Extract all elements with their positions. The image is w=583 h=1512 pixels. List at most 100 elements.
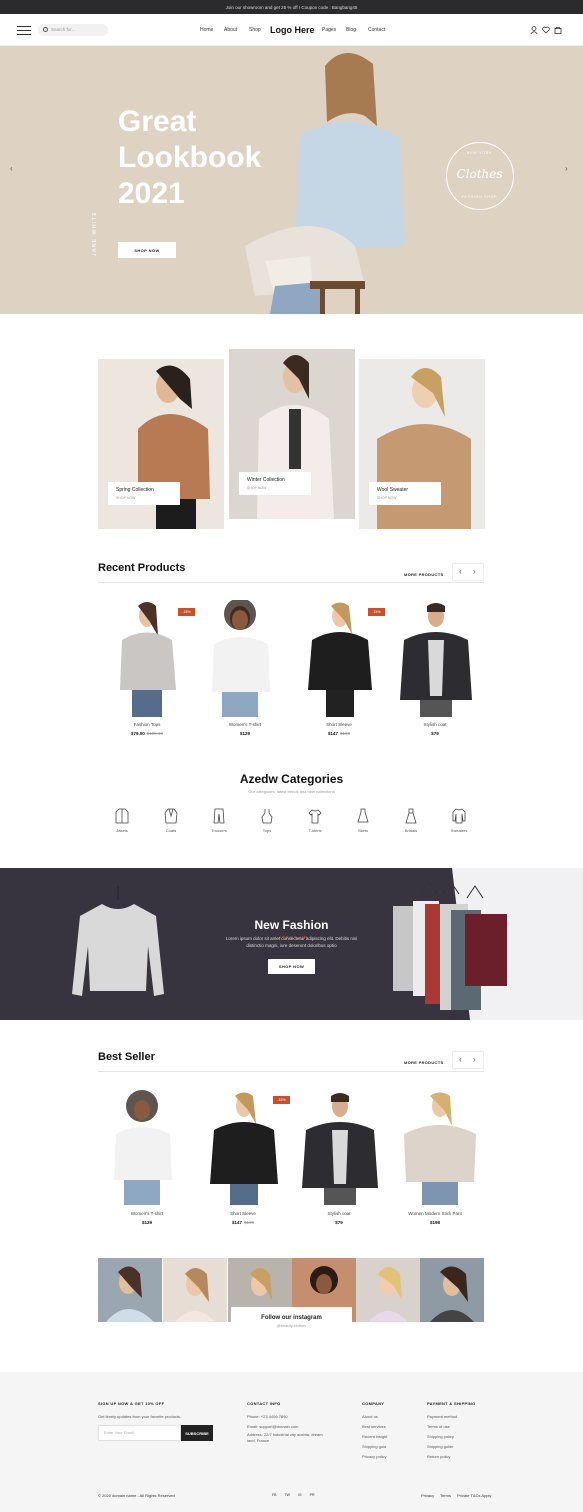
footer-link[interactable]: About us <box>362 1412 378 1422</box>
next-arrow-icon[interactable]: › <box>473 567 476 576</box>
footer-link[interactable]: Recent insight <box>362 1432 387 1442</box>
prev-arrow-icon[interactable]: ‹ <box>459 1055 462 1064</box>
nav-pages[interactable]: Pages <box>322 27 336 33</box>
site-logo[interactable]: Logo Here <box>270 25 315 35</box>
collection-link[interactable]: SHOP NOW <box>377 496 433 500</box>
product-name[interactable]: Fashion Tops <box>98 722 196 727</box>
footer-link[interactable]: Return policy <box>427 1452 450 1462</box>
recent-products-title: Recent Products <box>98 562 186 574</box>
hero-prev-arrow-icon[interactable]: ‹ <box>10 164 13 173</box>
product-card[interactable]: -15% <box>302 600 385 717</box>
instagram-icon[interactable]: IG <box>298 1493 302 1497</box>
twitter-icon[interactable]: TW <box>284 1493 289 1497</box>
recent-more-products-link[interactable]: MORE PRODUCTS <box>404 572 443 577</box>
nav-home[interactable]: Home <box>200 27 213 33</box>
nav-blog[interactable]: Blog <box>346 27 356 33</box>
footer-link[interactable]: Shipping guid <box>362 1442 386 1452</box>
footer-link[interactable]: Shipping policy <box>427 1432 454 1442</box>
search-icon <box>43 27 48 32</box>
discount-badge: -15% <box>273 1096 290 1104</box>
footer-link[interactable]: Privacy policy <box>362 1452 386 1462</box>
categories-subtitle: Our categories, latest trends and new co… <box>248 789 335 794</box>
price-current: $147 <box>231 1220 242 1225</box>
product-card[interactable] <box>400 1090 480 1205</box>
product-card[interactable] <box>396 600 476 717</box>
product-image <box>210 1092 278 1205</box>
copyright: © 2020 domain name - All Rights Reserved <box>98 1493 175 1498</box>
product-price: $79 <box>386 731 484 736</box>
collection-card-wool[interactable]: Wool Sweater SHOP NOW <box>359 359 485 529</box>
hero-side-text: JANE WHITE <box>92 210 98 256</box>
next-arrow-icon[interactable]: › <box>473 1055 476 1064</box>
product-name[interactable]: Short Sleeve <box>290 722 388 727</box>
coat-icon <box>164 808 178 824</box>
subscribe-button[interactable]: SUBSCRIBE <box>181 1425 213 1441</box>
price-current: $129 <box>141 1220 152 1225</box>
instagram-photo[interactable] <box>98 1258 162 1322</box>
instagram-photo[interactable] <box>356 1258 420 1322</box>
product-price: $147 $190 <box>194 1220 292 1225</box>
contact-email[interactable]: Email: support@domain.com <box>247 1422 298 1432</box>
signup-text: Get timely updates from your favorite pr… <box>98 1414 182 1419</box>
product-name[interactable]: Women's T-shirt <box>196 722 294 727</box>
contact-phone: Phone: +23 4406 7890 <box>247 1414 288 1419</box>
terms-link[interactable]: Terms <box>440 1493 451 1498</box>
menu-icon[interactable] <box>17 26 31 35</box>
footer-link[interactable]: Best services <box>362 1422 386 1432</box>
price-current: $198 <box>429 1220 440 1225</box>
product-card[interactable] <box>196 598 284 717</box>
product-name[interactable]: Short Sleeve <box>194 1211 292 1216</box>
recent-carousel-arrows: ‹ › <box>452 563 484 581</box>
heart-icon[interactable] <box>542 26 550 34</box>
instagram-photo[interactable] <box>163 1258 227 1322</box>
footer-link[interactable]: Terms of use <box>427 1422 450 1432</box>
search-placeholder: Search for... <box>51 27 76 32</box>
private-terms-link[interactable]: Private T&Cs Apply <box>457 1493 491 1498</box>
nav-contact[interactable]: Contact <box>368 27 385 33</box>
product-name[interactable]: Stylish coat <box>386 722 484 727</box>
category-label: Tops <box>262 828 272 833</box>
hero-next-arrow-icon[interactable]: › <box>565 164 568 173</box>
pinterest-icon[interactable]: PR <box>310 1493 315 1497</box>
best-seller-more-products-link[interactable]: MORE PRODUCTS <box>404 1060 443 1065</box>
footer-link[interactable]: Payment method <box>427 1412 457 1422</box>
hero-shop-now-button[interactable]: SHOP NOW <box>118 242 176 258</box>
search-input[interactable]: Search for... <box>38 24 108 36</box>
product-name[interactable]: Stylish coat <box>290 1211 388 1216</box>
nav-shop[interactable]: Shop <box>249 27 261 33</box>
product-card[interactable] <box>100 1090 186 1205</box>
best-seller-carousel-arrows: ‹ › <box>452 1051 484 1069</box>
product-card[interactable]: -15% <box>206 1090 290 1205</box>
product-card[interactable]: -15% <box>110 600 195 717</box>
facebook-icon[interactable]: FB <box>272 1493 276 1497</box>
collection-card-spring[interactable]: Spring Collection SHOP NOW <box>98 359 224 529</box>
product-card[interactable] <box>300 1090 380 1205</box>
divider <box>98 582 484 583</box>
instagram-photo[interactable] <box>420 1258 484 1322</box>
prev-arrow-icon[interactable]: ‹ <box>459 567 462 576</box>
privacy-link[interactable]: Privacy <box>421 1493 434 1498</box>
collection-link[interactable]: SHOP NOW <box>116 496 172 500</box>
collection-link[interactable]: SHOP NOW <box>247 486 303 490</box>
newsletter-email-input[interactable]: Enter Your Email <box>98 1425 181 1441</box>
site-footer: SIGN UP NOW & GET 10% OFF Get timely upd… <box>0 1372 583 1512</box>
hero-title-line2: Lookbook <box>118 141 262 174</box>
product-name[interactable]: Women's T-shirt <box>98 1211 196 1216</box>
collection-card-winter[interactable]: Winter Collection SHOP NOW <box>229 349 355 519</box>
nav-about[interactable]: About <box>224 27 237 33</box>
product-name[interactable]: Women Modern Stick Pant <box>386 1211 484 1216</box>
cart-icon[interactable] <box>554 26 562 34</box>
social-links: FB TW IG PR <box>272 1493 315 1497</box>
hero-badge-bottom: FASHION SHOP <box>461 195 498 199</box>
jacket-icon <box>115 808 129 824</box>
banner-clothes-rack-image <box>393 881 507 1010</box>
footer-link[interactable]: Shipping guide <box>427 1442 453 1452</box>
tshirt-icon <box>308 809 322 824</box>
user-icon[interactable] <box>530 26 538 34</box>
instagram-follow-box[interactable]: Follow our instagram @beauty.clothes <box>231 1307 352 1337</box>
banner-shop-now-button[interactable]: SHOP NOW <box>268 959 315 974</box>
signup-title: SIGN UP NOW & GET 10% OFF <box>98 1401 165 1406</box>
product-price: $79 <box>290 1220 388 1225</box>
instagram-handle: @beauty.clothes <box>276 1323 307 1328</box>
product-price: $129 <box>98 1220 196 1225</box>
